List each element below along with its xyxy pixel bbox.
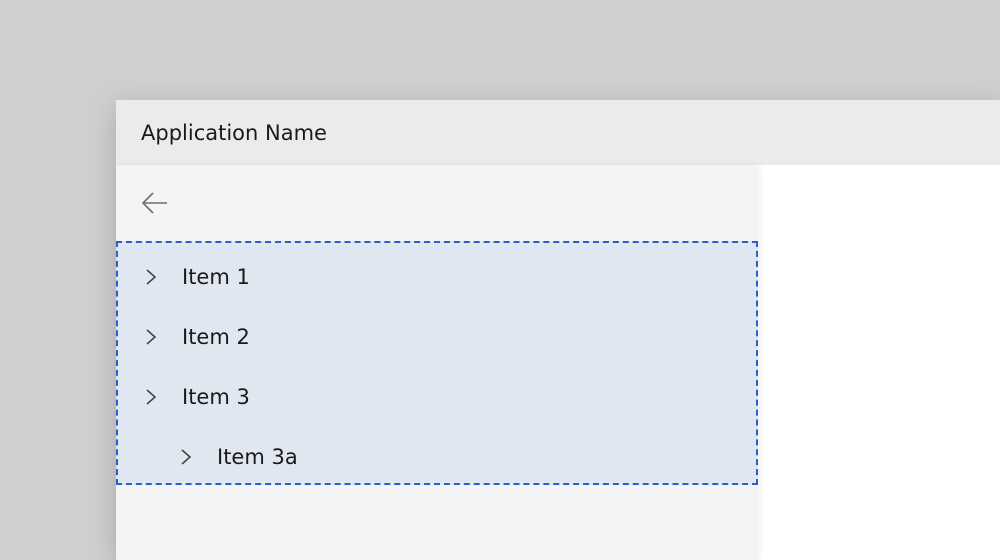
tree-view: Item 1 Item 2 Item 3: [116, 241, 758, 487]
tree-item-3[interactable]: Item 3: [116, 367, 758, 427]
back-row: [116, 165, 758, 241]
back-arrow-icon[interactable]: [141, 191, 169, 215]
chevron-right-icon[interactable]: [141, 388, 161, 406]
tree-item-1[interactable]: Item 1: [116, 247, 758, 307]
window-body: Item 1 Item 2 Item 3: [116, 165, 1000, 560]
chevron-right-icon[interactable]: [141, 268, 161, 286]
tree-container: Item 1 Item 2 Item 3: [116, 241, 758, 560]
chevron-right-icon[interactable]: [141, 328, 161, 346]
content-area: [758, 165, 1000, 560]
tree-item-label: Item 2: [182, 325, 250, 349]
app-window: Application Name Ite: [116, 100, 1000, 560]
tree-item-label: Item 3: [182, 385, 250, 409]
navigation-pane: Item 1 Item 2 Item 3: [116, 165, 758, 560]
tree-item-label: Item 3a: [217, 445, 298, 469]
tree-item-3a[interactable]: Item 3a: [116, 427, 758, 487]
title-bar: Application Name: [116, 100, 1000, 165]
chevron-right-icon[interactable]: [176, 448, 196, 466]
tree-item-2[interactable]: Item 2: [116, 307, 758, 367]
app-title: Application Name: [141, 121, 327, 145]
tree-item-label: Item 1: [182, 265, 250, 289]
